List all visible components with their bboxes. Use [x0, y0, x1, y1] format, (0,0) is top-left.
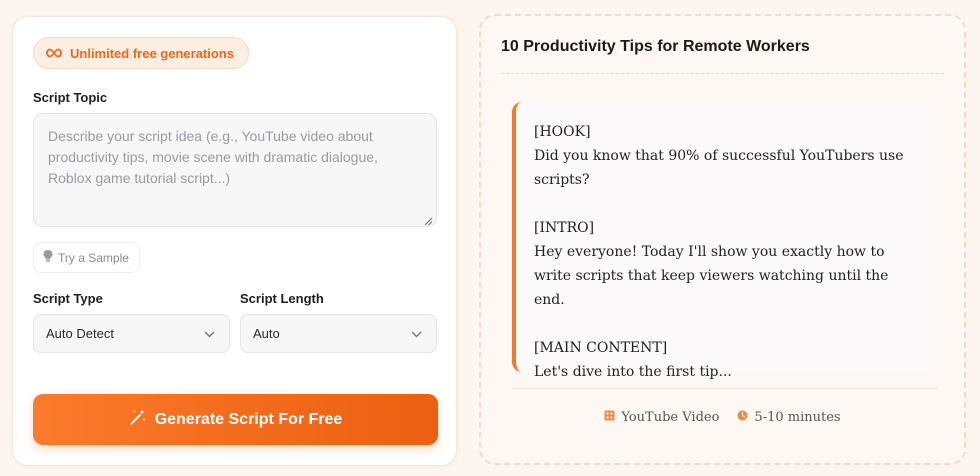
intro-text: Hey everyone! Today I'll show you exactl… — [534, 244, 889, 308]
try-sample-label: Try a Sample — [58, 250, 129, 265]
duration-meta: 5-10 minutes — [737, 410, 841, 425]
magic-wand-icon — [129, 408, 147, 431]
script-meta: YouTube Video 5-10 minutes — [481, 410, 964, 425]
lightbulb-icon — [42, 249, 54, 266]
script-topic-label: Script Topic — [33, 90, 108, 105]
script-topic-input[interactable] — [34, 114, 436, 226]
script-type-select[interactable]: Auto Detect — [33, 314, 230, 353]
badge-label: Unlimited free generations — [70, 45, 234, 61]
hook-heading: [HOOK] — [534, 124, 591, 140]
resize-handle-icon[interactable] — [423, 213, 433, 226]
script-preview-panel: 10 Productivity Tips for Remote Workers … — [479, 14, 966, 465]
generate-script-button[interactable]: Generate Script For Free — [33, 394, 438, 445]
script-form-panel: Unlimited free generations Script Topic … — [12, 16, 457, 466]
duration-label: 5-10 minutes — [754, 410, 841, 425]
script-preview-content: [HOOK] Did you know that 90% of successf… — [512, 102, 936, 380]
try-sample-button[interactable]: Try a Sample — [33, 242, 140, 273]
infinity-icon — [46, 48, 62, 58]
script-topic-field[interactable] — [33, 113, 437, 227]
main-content-text: Let's dive into the first tip... — [534, 364, 732, 380]
video-icon — [604, 410, 615, 425]
chevron-down-icon — [204, 326, 215, 341]
script-length-value: Auto — [253, 326, 280, 341]
meta-divider — [512, 388, 937, 389]
generate-script-label: Generate Script For Free — [154, 410, 343, 428]
preview-title: 10 Productivity Tips for Remote Workers — [501, 38, 810, 55]
script-length-select[interactable]: Auto — [240, 314, 437, 353]
title-divider — [501, 73, 944, 74]
platform-label: YouTube Video — [621, 410, 720, 425]
hook-text: Did you know that 90% of successful YouT… — [534, 148, 904, 188]
script-type-label: Script Type — [33, 291, 103, 306]
script-length-label: Script Length — [240, 291, 324, 306]
chevron-down-icon — [411, 326, 422, 341]
main-content-heading: [MAIN CONTENT] — [534, 340, 668, 356]
script-type-value: Auto Detect — [46, 326, 114, 341]
intro-heading: [INTRO] — [534, 220, 595, 236]
platform-meta: YouTube Video — [604, 410, 719, 425]
unlimited-generations-badge: Unlimited free generations — [33, 37, 249, 69]
clock-icon — [737, 410, 748, 425]
